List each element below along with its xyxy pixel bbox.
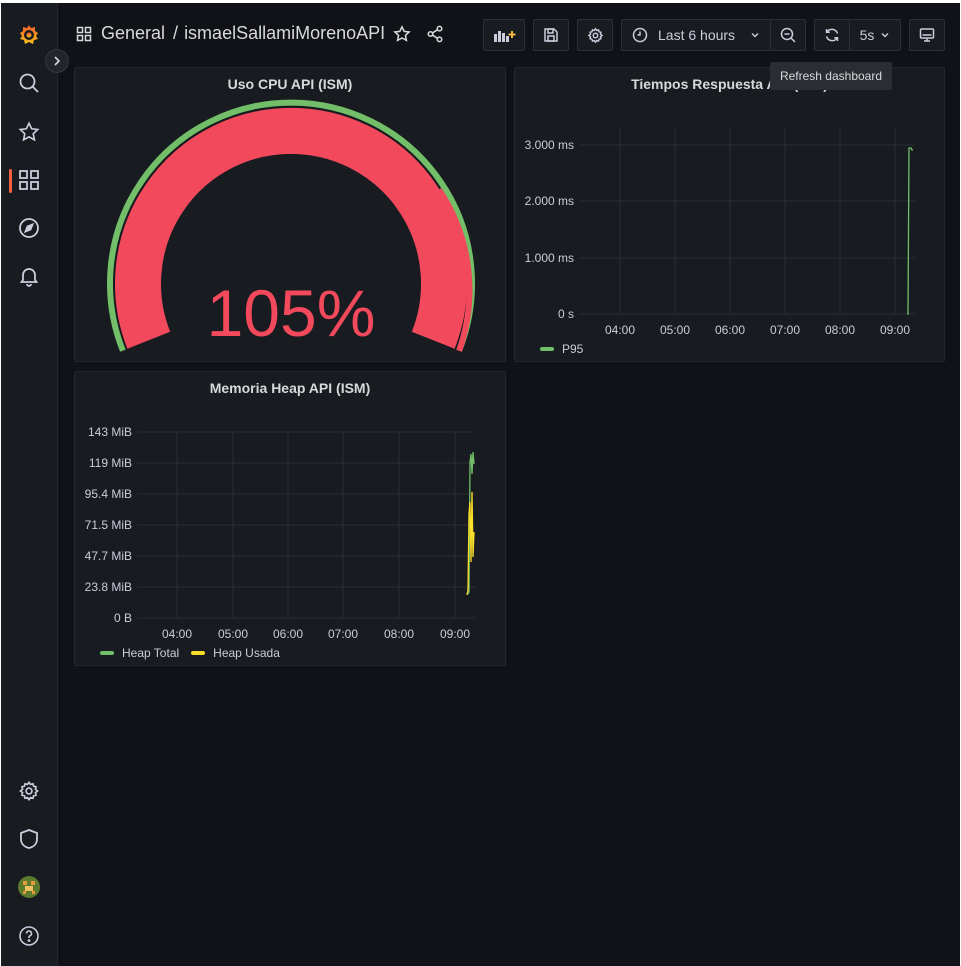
- expand-sidebar-button[interactable]: [45, 49, 69, 73]
- y-tick: 143 MiB: [88, 425, 132, 439]
- cpu-gauge-panel[interactable]: Uso CPU API (ISM) 105%: [74, 67, 506, 362]
- refresh-tooltip: Refresh dashboard: [770, 62, 892, 90]
- x-tick: 05:00: [218, 627, 248, 641]
- add-panel-icon: [494, 31, 516, 42]
- refresh-icon: [825, 28, 839, 42]
- dashboards-icon[interactable]: [14, 165, 44, 195]
- star-icon[interactable]: [14, 117, 44, 147]
- avatar[interactable]: [14, 872, 44, 902]
- dashboard-settings-button[interactable]: [577, 19, 613, 51]
- gauge-value: 105%: [207, 276, 376, 350]
- legend-swatch: [191, 651, 206, 655]
- gear-icon: [587, 27, 603, 43]
- search-icon[interactable]: [14, 68, 44, 98]
- legend-item[interactable]: P95: [562, 342, 583, 356]
- y-tick: 1.000 ms: [525, 251, 574, 265]
- explore-icon[interactable]: [14, 213, 44, 243]
- breadcrumb: General / ismaelSallamiMorenoAPI: [76, 23, 444, 44]
- configuration-icon[interactable]: [14, 776, 44, 806]
- y-tick: 71.5 MiB: [85, 518, 132, 532]
- shield-icon[interactable]: [14, 824, 44, 854]
- monitor-icon: [919, 28, 935, 42]
- x-tick: 06:00: [273, 627, 303, 641]
- x-tick: 07:00: [328, 627, 358, 641]
- series-line-heap-used: [466, 491, 475, 596]
- legend: Heap Total Heap Usada: [100, 646, 280, 660]
- save-dashboard-button[interactable]: [533, 19, 569, 51]
- heap-memory-panel[interactable]: Memoria Heap API (ISM) 143 MiB 119 MiB 9…: [74, 371, 506, 666]
- dashboard-navbar: General / ismaelSallamiMorenoAPI Last 6 …: [58, 3, 960, 65]
- response-time-panel[interactable]: Tiempos Respuesta API (ISM) 3.000 ms 2.0…: [514, 67, 945, 362]
- refresh-interval-picker[interactable]: 5s: [849, 19, 901, 51]
- x-tick: 09:00: [880, 323, 910, 337]
- chevron-down-icon: [881, 33, 889, 38]
- app-root: General / ismaelSallamiMorenoAPI Last 6 …: [0, 0, 961, 966]
- refresh-dashboard-button[interactable]: [814, 19, 850, 51]
- x-tick: 09:00: [440, 627, 470, 641]
- chevron-right-icon: [54, 56, 61, 66]
- x-tick: 04:00: [162, 627, 192, 641]
- clock-icon: [632, 27, 648, 43]
- active-indicator: [9, 169, 12, 193]
- legend-swatch: [540, 347, 554, 351]
- refresh-interval-label: 5s: [859, 27, 875, 43]
- breadcrumb-separator: /: [173, 23, 179, 43]
- x-tick: 08:00: [825, 323, 855, 337]
- dashboard-title[interactable]: ismaelSallamiMorenoAPI: [184, 23, 385, 44]
- zoom-out-icon: [780, 27, 796, 43]
- legend: P95: [540, 342, 583, 356]
- help-icon[interactable]: [14, 921, 44, 951]
- x-tick: 07:00: [770, 323, 800, 337]
- y-tick: 0 B: [114, 611, 132, 625]
- response-time-graph: 3.000 ms 2.000 ms 1.000 ms 0 s 04:00 05:…: [525, 128, 915, 337]
- time-range-label: Last 6 hours: [658, 27, 736, 43]
- y-tick: 23.8 MiB: [85, 580, 132, 594]
- x-tick: 08:00: [384, 627, 414, 641]
- legend-item[interactable]: Heap Usada: [213, 646, 280, 660]
- legend-swatch: [100, 651, 114, 655]
- grafana-logo-icon[interactable]: [14, 20, 44, 50]
- share-icon[interactable]: [426, 25, 444, 43]
- x-tick: 04:00: [605, 323, 635, 337]
- save-icon: [544, 28, 558, 42]
- add-panel-button[interactable]: [483, 19, 525, 51]
- y-tick: 3.000 ms: [525, 138, 574, 152]
- zoom-out-button[interactable]: [770, 19, 806, 51]
- time-range-picker[interactable]: Last 6 hours: [621, 19, 771, 51]
- cpu-gauge: 105%: [107, 99, 475, 352]
- cycle-view-mode-button[interactable]: [909, 19, 945, 51]
- favorite-star-icon[interactable]: [393, 24, 411, 43]
- chevron-down-icon: [751, 33, 759, 38]
- y-tick: 95.4 MiB: [85, 487, 132, 501]
- legend-item[interactable]: Heap Total: [122, 646, 179, 660]
- alerting-icon[interactable]: [14, 261, 44, 291]
- y-tick: 2.000 ms: [525, 194, 574, 208]
- y-tick: 47.7 MiB: [85, 549, 132, 563]
- x-tick: 05:00: [660, 323, 690, 337]
- dashboards-icon: [76, 26, 92, 41]
- series-line-p95: [907, 147, 913, 315]
- grid: [579, 128, 915, 315]
- grid: [137, 431, 475, 619]
- heap-memory-graph: 143 MiB 119 MiB 95.4 MiB 71.5 MiB 47.7 M…: [85, 425, 475, 641]
- breadcrumb-folder[interactable]: General: [101, 23, 165, 44]
- sidebar: [1, 3, 58, 966]
- y-tick: 119 MiB: [89, 456, 132, 470]
- x-tick: 06:00: [715, 323, 745, 337]
- y-tick: 0 s: [558, 307, 574, 321]
